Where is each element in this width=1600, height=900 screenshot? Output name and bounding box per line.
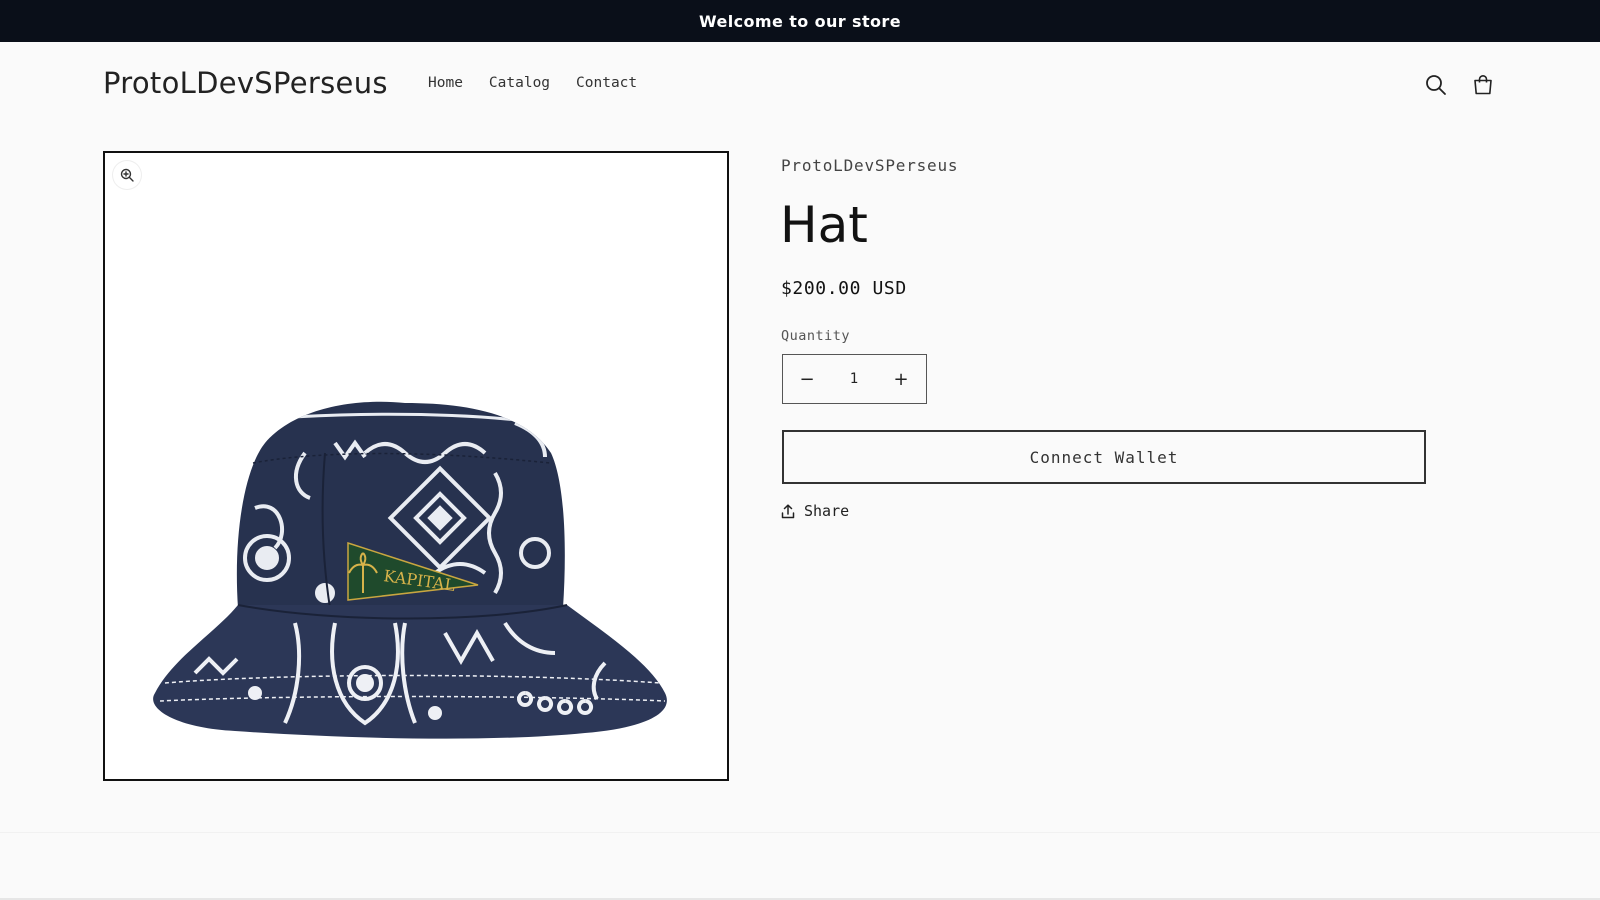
share-button[interactable]: Share xyxy=(781,502,849,520)
site-header: ProtoLDevSPerseus Home Catalog Contact xyxy=(0,42,1600,126)
quantity-label: Quantity xyxy=(781,328,851,344)
share-label: Share xyxy=(804,502,850,520)
announcement-bar: Welcome to our store xyxy=(0,0,1600,42)
main-nav: Home Catalog Contact xyxy=(428,75,637,91)
cart-icon xyxy=(1474,75,1492,95)
search-icon xyxy=(1426,75,1446,95)
quantity-increase-button[interactable]: + xyxy=(877,355,925,403)
product-title: Hat xyxy=(780,196,868,254)
product-image: KAPITAL xyxy=(153,401,667,739)
product-price: $200.00 USD xyxy=(781,278,907,299)
product-vendor: ProtoLDevSPerseus xyxy=(781,156,959,175)
quantity-stepper: − + xyxy=(782,354,927,404)
announcement-text: Welcome to our store xyxy=(699,11,901,31)
footer-area xyxy=(0,832,1600,900)
product-image-frame[interactable]: KAPITAL xyxy=(103,151,729,781)
nav-contact[interactable]: Contact xyxy=(576,75,637,91)
store-logo[interactable]: ProtoLDevSPerseus xyxy=(103,66,388,100)
nav-catalog[interactable]: Catalog xyxy=(489,75,550,91)
zoom-in-icon xyxy=(120,168,134,182)
share-icon xyxy=(781,503,795,518)
quantity-input[interactable] xyxy=(831,355,877,403)
search-button[interactable] xyxy=(1422,71,1450,99)
zoom-button[interactable] xyxy=(113,161,141,189)
connect-wallet-button[interactable]: Connect Wallet xyxy=(782,430,1426,484)
nav-home[interactable]: Home xyxy=(428,75,463,91)
quantity-decrease-button[interactable]: − xyxy=(783,355,831,403)
cart-button[interactable] xyxy=(1469,71,1497,99)
